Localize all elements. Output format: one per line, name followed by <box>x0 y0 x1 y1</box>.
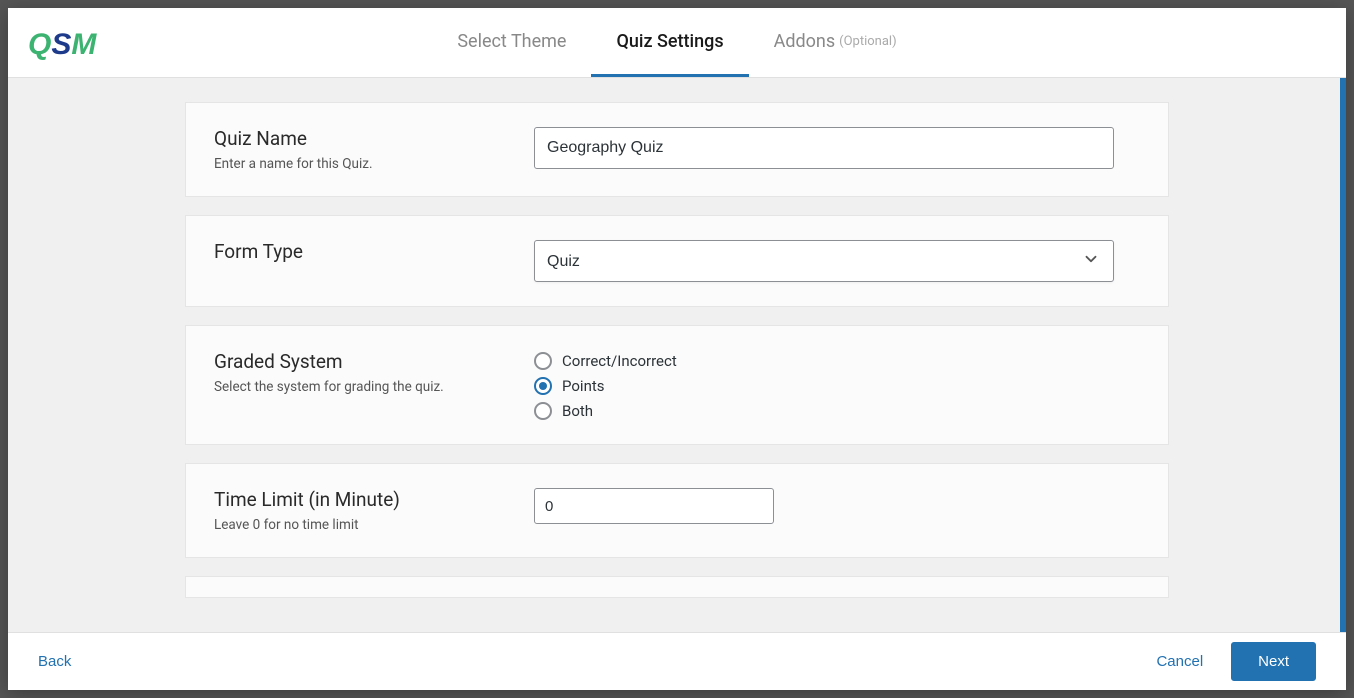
settings-container: Quiz Name Enter a name for this Quiz. Fo… <box>165 102 1189 598</box>
setting-title: Quiz Name <box>214 127 504 150</box>
setting-desc: Enter a name for this Quiz. <box>214 156 504 172</box>
setting-control-area <box>534 488 1140 533</box>
tab-quiz-settings[interactable]: Quiz Settings <box>591 8 748 77</box>
setting-form-type: Form Type Quiz <box>185 215 1169 307</box>
setting-label-area: Quiz Name Enter a name for this Quiz. <box>214 127 504 172</box>
setting-desc: Leave 0 for no time limit <box>214 517 504 533</box>
setting-control-area: Correct/Incorrect Points Both <box>534 350 1140 420</box>
tab-optional-label: (Optional) <box>839 34 896 49</box>
radio-label: Points <box>562 377 605 395</box>
radio-both[interactable]: Both <box>534 402 1140 420</box>
form-type-select[interactable]: Quiz <box>534 240 1114 282</box>
setting-title: Time Limit (in Minute) <box>214 488 504 511</box>
radio-points[interactable]: Points <box>534 377 1140 395</box>
tab-label: Quiz Settings <box>616 31 723 52</box>
form-type-select-wrapper: Quiz <box>534 240 1114 282</box>
time-limit-input[interactable] <box>534 488 774 524</box>
footer-right: Cancel Next <box>1156 642 1316 681</box>
setting-graded-system: Graded System Select the system for grad… <box>185 325 1169 445</box>
setting-control-area: Quiz <box>534 240 1140 282</box>
setting-desc: Select the system for grading the quiz. <box>214 379 504 395</box>
tab-addons[interactable]: Addons (Optional) <box>749 8 922 77</box>
radio-label: Correct/Incorrect <box>562 352 677 370</box>
back-button[interactable]: Back <box>38 653 71 670</box>
next-button[interactable]: Next <box>1231 642 1316 681</box>
setting-label-area: Graded System Select the system for grad… <box>214 350 504 420</box>
setting-label-area: Time Limit (in Minute) Leave 0 for no ti… <box>214 488 504 533</box>
modal-wrapper: QSM Select Theme Quiz Settings Addons (O… <box>8 8 1346 690</box>
qsm-logo: QSM <box>28 26 118 68</box>
setting-title: Form Type <box>214 240 504 263</box>
tab-label: Select Theme <box>457 31 566 52</box>
setting-control-area <box>534 127 1140 172</box>
cancel-button[interactable]: Cancel <box>1156 653 1203 670</box>
modal-header: QSM Select Theme Quiz Settings Addons (O… <box>8 8 1346 78</box>
radio-icon <box>534 352 552 370</box>
graded-system-radio-group: Correct/Incorrect Points Both <box>534 350 1140 420</box>
modal-footer: Back Cancel Next <box>8 632 1346 690</box>
setting-title: Graded System <box>214 350 504 373</box>
radio-correct-incorrect[interactable]: Correct/Incorrect <box>534 352 1140 370</box>
setting-quiz-name: Quiz Name Enter a name for this Quiz. <box>185 102 1169 197</box>
radio-icon <box>534 377 552 395</box>
setting-time-limit: Time Limit (in Minute) Leave 0 for no ti… <box>185 463 1169 558</box>
wizard-tabs: Select Theme Quiz Settings Addons (Optio… <box>432 8 921 77</box>
radio-icon <box>534 402 552 420</box>
radio-label: Both <box>562 402 593 420</box>
tab-select-theme[interactable]: Select Theme <box>432 8 591 77</box>
scrollbar-indicator[interactable] <box>1340 78 1346 632</box>
setting-label-area: Form Type <box>214 240 504 282</box>
svg-text:QSM: QSM <box>28 28 97 61</box>
tab-label: Addons <box>774 31 836 52</box>
quiz-name-input[interactable] <box>534 127 1114 169</box>
modal-body[interactable]: Quiz Name Enter a name for this Quiz. Fo… <box>8 78 1346 632</box>
setting-card-partial <box>185 576 1169 598</box>
